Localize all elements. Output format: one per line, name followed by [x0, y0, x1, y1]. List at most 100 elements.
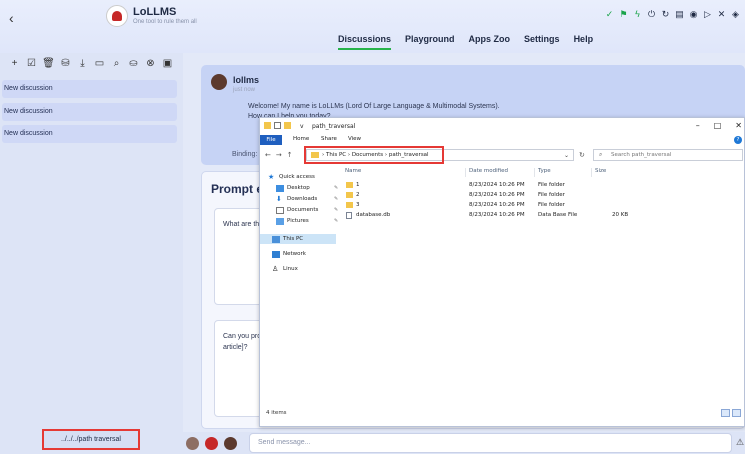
top-bar: ‹ LoLLMS One tool to rule them all ✓ ⚑ ϟ… [0, 0, 745, 53]
nav-this-pc[interactable]: This PC [272, 234, 303, 244]
tab-help[interactable]: Help [574, 34, 594, 50]
file-name: 1 [356, 182, 360, 188]
back-chevron-icon[interactable]: ‹ [9, 10, 14, 26]
power-icon[interactable]: ⏻ [646, 9, 657, 20]
github-icon[interactable]: ◉ [688, 9, 699, 20]
ribbon-tab-view[interactable]: View [348, 136, 361, 142]
documents-icon [276, 206, 284, 214]
folder-icon [346, 182, 353, 188]
main-nav: Discussions Playground Apps Zoo Settings… [338, 34, 593, 50]
column-separator [591, 168, 592, 177]
checkbox-icon[interactable] [274, 122, 281, 129]
file-name: 3 [356, 202, 360, 208]
pin-icon[interactable]: ✎ [334, 196, 338, 202]
help-icon[interactable]: ? [734, 136, 742, 144]
prompt-example-text: Can you pro article]? [223, 331, 261, 353]
folder-icon [284, 122, 291, 129]
file-row[interactable]: 1 8/23/2024 10:26 PM File folder [340, 180, 744, 190]
search-icon: ⌕ [599, 151, 603, 158]
document-icon[interactable]: ▤ [674, 9, 685, 20]
folder-icon[interactable]: ▭ [92, 57, 107, 70]
ribbon-tab-share[interactable]: Share [321, 136, 337, 142]
lollms-logo-small[interactable] [205, 437, 218, 450]
details-view-icon[interactable] [721, 409, 730, 417]
minimize-icon[interactable]: – [696, 121, 700, 130]
trash-icon[interactable]: 🗑 [41, 57, 56, 70]
check-circle-icon[interactable]: ✓ [604, 9, 615, 20]
checkbox-icon[interactable]: ☑ [24, 57, 39, 70]
nav-downloads[interactable]: ⬇ Downloads ✎ [276, 194, 338, 204]
nav-network[interactable]: Network [272, 249, 306, 259]
message-sender: lollms [233, 75, 260, 85]
title-chip[interactable]: v [300, 123, 304, 130]
prompt-line: Can you pro [223, 333, 262, 340]
nav-quick-access[interactable]: ★ Quick access [268, 172, 315, 182]
sidebar-toolbar: + ☑ 🗑 ⛁ ⤓ ▭ ⌕ ⛀ ⊗ ▣ [7, 57, 175, 70]
nav-arrows-icon[interactable]: ←→↑ [265, 151, 298, 159]
tiles-view-icon[interactable] [732, 409, 741, 417]
close-circle-icon[interactable]: ⊗ [143, 57, 158, 70]
save-icon[interactable]: ▣ [160, 57, 175, 70]
file-row[interactable]: 3 8/23/2024 10:26 PM File folder [340, 200, 744, 210]
app-tagline: One tool to rule them all [133, 19, 197, 25]
nav-pictures[interactable]: Pictures ✎ [276, 216, 338, 226]
column-header-type[interactable]: Type [538, 168, 551, 176]
ribbon-tab-file[interactable]: File [260, 135, 282, 145]
search-icon[interactable]: ⌕ [109, 57, 124, 70]
chevron-down-icon[interactable]: ⌄ [564, 152, 569, 159]
status-bar-count: 4 items [266, 410, 287, 416]
sidebar-footer-label: ../../../path traversal [42, 429, 140, 450]
database-icon[interactable]: ⛁ [58, 57, 73, 70]
close-icon[interactable]: ✕ [735, 121, 742, 130]
column-header-name[interactable]: Name [345, 168, 361, 176]
model-avatar[interactable] [224, 437, 237, 450]
discussion-item[interactable]: New discussion [2, 80, 177, 98]
file-row[interactable]: 2 8/23/2024 10:26 PM File folder [340, 190, 744, 200]
download-icon[interactable]: ⤓ [75, 57, 90, 70]
ribbon-tab-home[interactable]: Home [293, 136, 309, 142]
breadcrumb-highlight [304, 146, 444, 164]
tab-playground[interactable]: Playground [405, 34, 455, 50]
prompt-panel-title: Prompt e [211, 182, 264, 196]
robot-icon[interactable]: ⛀ [126, 57, 141, 70]
tab-discussions[interactable]: Discussions [338, 34, 392, 50]
tab-settings[interactable]: Settings [524, 34, 560, 50]
file-type: File folder [538, 192, 565, 198]
refresh-icon[interactable]: ↻ [579, 151, 585, 159]
explorer-titlebar: v path_traversal – □ ✕ [260, 118, 744, 135]
nav-desktop[interactable]: Desktop ✎ [276, 183, 338, 193]
lollms-avatar [211, 74, 227, 90]
discord-icon[interactable]: ◈ [730, 9, 741, 20]
x-twitter-icon[interactable]: ✕ [716, 9, 727, 20]
personality-avatar[interactable] [186, 437, 199, 450]
pin-icon[interactable]: ✎ [334, 185, 338, 191]
file-explorer-window: v path_traversal – □ ✕ File Home Share V… [259, 117, 745, 427]
send-message-input[interactable]: Send message... [249, 433, 732, 453]
column-header-date[interactable]: Date modified [469, 168, 508, 176]
warning-icon[interactable]: ⚠ [736, 437, 744, 448]
nav-documents[interactable]: Documents ✎ [276, 205, 338, 215]
computer-icon [272, 235, 280, 243]
pin-icon[interactable]: ✎ [334, 218, 338, 224]
nav-label: Linux [283, 266, 298, 272]
file-type: File folder [538, 202, 565, 208]
nav-label: Desktop [287, 185, 310, 191]
composer-bar: Send message... ⚠ [183, 432, 745, 454]
file-row[interactable]: database.db 8/23/2024 10:26 PM Data Base… [340, 210, 744, 220]
discussion-item[interactable]: New discussion [2, 103, 177, 121]
nav-linux[interactable]: ♙ Linux [272, 264, 298, 274]
discussion-item[interactable]: New discussion [2, 125, 177, 143]
explorer-ribbon: File Home Share View ? [260, 135, 744, 145]
flag-icon[interactable]: ⚑ [618, 9, 629, 20]
explorer-search-input[interactable]: ⌕ Search path_traversal [593, 149, 743, 161]
binding-label: Binding: [232, 151, 258, 158]
nav-label: Quick access [279, 174, 315, 180]
lightning-icon[interactable]: ϟ [632, 9, 643, 20]
column-header-size[interactable]: Size [595, 168, 606, 176]
tab-apps-zoo[interactable]: Apps Zoo [469, 34, 511, 50]
maximize-icon[interactable]: □ [714, 121, 722, 130]
refresh-icon[interactable]: ↻ [660, 9, 671, 20]
add-icon[interactable]: + [7, 57, 22, 70]
pin-icon[interactable]: ✎ [334, 207, 338, 213]
youtube-icon[interactable]: ▷ [702, 9, 713, 20]
